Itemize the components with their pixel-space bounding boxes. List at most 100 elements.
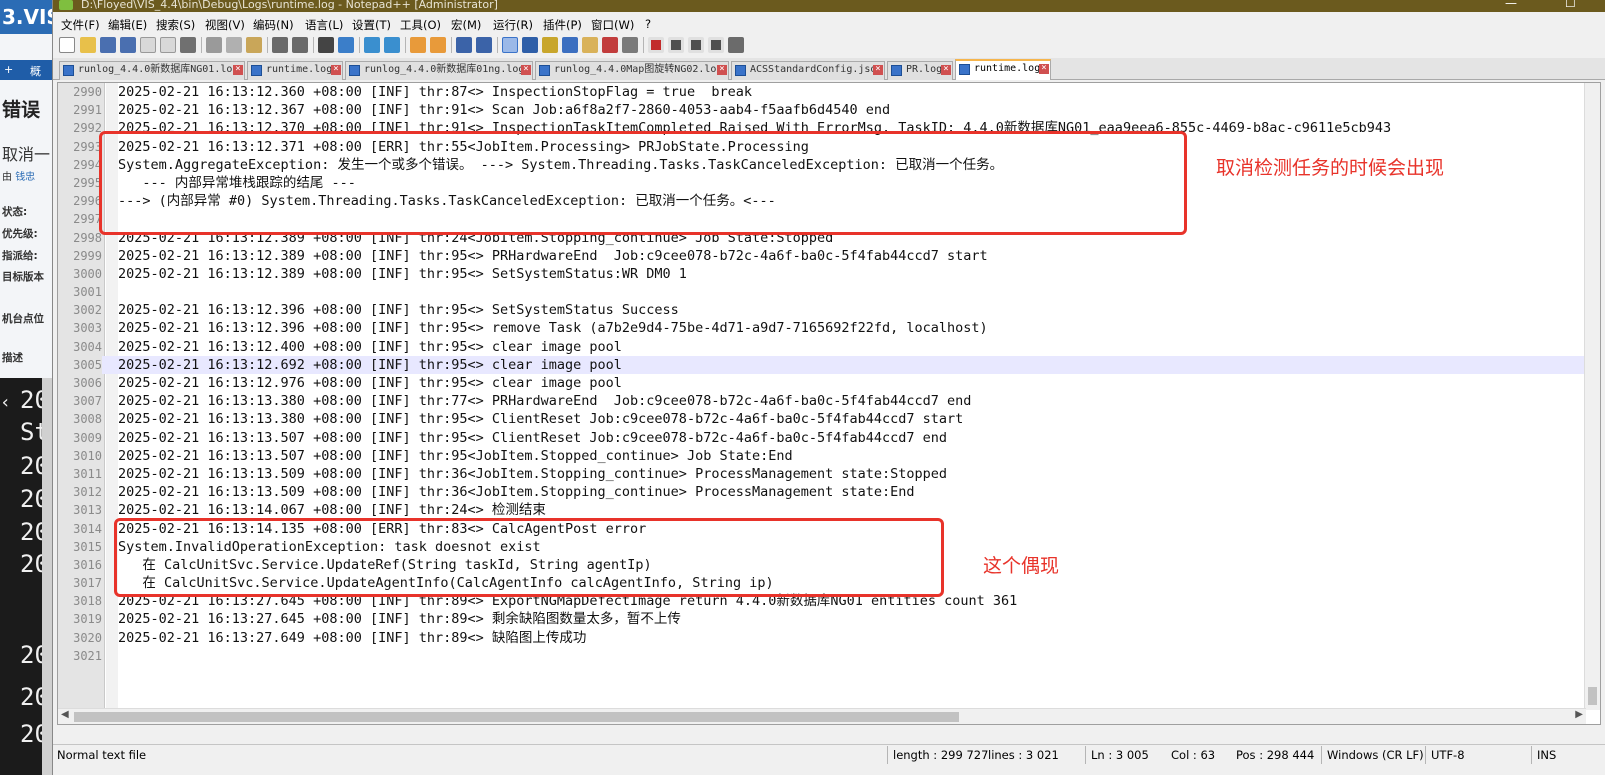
- find-icon[interactable]: [318, 37, 334, 53]
- scroll-right-icon[interactable]: ▶: [1575, 709, 1583, 720]
- folder-as-workspace-icon[interactable]: [582, 37, 598, 53]
- sync-horizontal-icon[interactable]: [430, 37, 446, 53]
- play-macro-icon[interactable]: [688, 37, 704, 53]
- status-encoding[interactable]: UTF-8: [1431, 748, 1465, 762]
- editor-line[interactable]: 3010 2025-02-21 16:13:13.507 +08:00 [INF]…: [58, 447, 1600, 465]
- save-all-icon[interactable]: [120, 37, 136, 53]
- editor-line[interactable]: 3020 2025-02-21 16:13:27.649 +08:00 [INF]…: [58, 629, 1600, 647]
- scroll-thumb[interactable]: [1588, 687, 1597, 705]
- file-tab[interactable]: PR.log ×: [887, 61, 953, 80]
- file-tab[interactable]: runlog_4.4.0新数据库NG01.log ×: [59, 61, 245, 80]
- scroll-thumb[interactable]: [74, 712, 959, 722]
- line-text[interactable]: 2025-02-21 16:13:13.380 +08:00 [INF] thr…: [118, 392, 971, 410]
- editor-line[interactable]: 3011 2025-02-21 16:13:13.509 +08:00 [INF]…: [58, 465, 1600, 483]
- replace-icon[interactable]: [338, 37, 354, 53]
- function-list-icon[interactable]: [562, 37, 578, 53]
- editor-line[interactable]: 3006 2025-02-21 16:13:12.976 +08:00 [INF]…: [58, 374, 1600, 392]
- line-text[interactable]: 2025-02-21 16:13:13.507 +08:00 [INF] thr…: [118, 429, 947, 447]
- close-file-icon[interactable]: [140, 37, 156, 53]
- menu-settings[interactable]: 设置(T): [352, 17, 391, 33]
- line-text[interactable]: 2025-02-21 16:13:12.976 +08:00 [INF] thr…: [118, 374, 622, 392]
- save-macro-icon[interactable]: [728, 37, 744, 53]
- save-icon[interactable]: [100, 37, 116, 53]
- menu-window[interactable]: 窗口(W): [591, 17, 634, 33]
- line-text[interactable]: 2025-02-21 16:13:12.396 +08:00 [INF] thr…: [118, 301, 679, 319]
- close-all-icon[interactable]: [160, 37, 176, 53]
- line-text[interactable]: 2025-02-21 16:13:12.400 +08:00 [INF] thr…: [118, 338, 622, 356]
- editor-line[interactable]: 3007 2025-02-21 16:13:13.380 +08:00 [INF]…: [58, 392, 1600, 410]
- author-link[interactable]: 钱忠: [15, 172, 35, 183]
- print-icon[interactable]: [180, 37, 196, 53]
- line-text[interactable]: 2025-02-21 16:13:13.509 +08:00 [INF] thr…: [118, 465, 947, 483]
- file-tab[interactable]: ACSStandardConfig.json ×: [731, 61, 885, 80]
- vertical-scrollbar[interactable]: [1584, 83, 1600, 710]
- menu-language[interactable]: 语言(L): [305, 17, 343, 33]
- sync-vertical-icon[interactable]: [410, 37, 426, 53]
- file-tab-active[interactable]: runtime.log ×: [955, 59, 1051, 80]
- editor-line[interactable]: 2990 2025-02-21 16:13:12.360 +08:00 [INF]…: [58, 83, 1600, 101]
- paste-icon[interactable]: [246, 37, 262, 53]
- line-text[interactable]: 2025-02-21 16:13:27.649 +08:00 [INF] thr…: [118, 629, 586, 647]
- editor-line[interactable]: 2999 2025-02-21 16:13:12.389 +08:00 [INF]…: [58, 247, 1600, 265]
- zoom-in-icon[interactable]: [364, 37, 380, 53]
- add-tab-button[interactable]: +: [4, 63, 13, 76]
- close-tab-icon[interactable]: ×: [1039, 64, 1049, 74]
- show-all-chars-icon[interactable]: [476, 37, 492, 53]
- zoom-out-icon[interactable]: [384, 37, 400, 53]
- minimize-button[interactable]: —: [1505, 0, 1517, 9]
- close-tab-icon[interactable]: ×: [233, 65, 243, 75]
- close-tab-icon[interactable]: ×: [521, 65, 531, 75]
- horizontal-scrollbar[interactable]: ◀ ▶: [58, 708, 1586, 724]
- open-file-icon[interactable]: [80, 37, 96, 53]
- close-tab-icon[interactable]: ×: [717, 65, 727, 75]
- line-text[interactable]: 2025-02-21 16:13:12.389 +08:00 [INF] thr…: [118, 247, 988, 265]
- status-eol[interactable]: Windows (CR LF): [1327, 748, 1424, 762]
- close-tab-icon[interactable]: ×: [873, 65, 883, 75]
- scroll-left-icon[interactable]: ◀: [61, 709, 69, 720]
- editor-line[interactable]: 3009 2025-02-21 16:13:13.507 +08:00 [INF]…: [58, 429, 1600, 447]
- menu-run[interactable]: 运行(R): [493, 17, 533, 33]
- copy-icon[interactable]: [226, 37, 242, 53]
- file-tab[interactable]: runlog_4.4.0Map图旋转NG02.log ×: [535, 61, 729, 80]
- line-text[interactable]: 2025-02-21 16:13:13.509 +08:00 [INF] thr…: [118, 483, 915, 501]
- menu-help[interactable]: ?: [645, 17, 651, 31]
- editor-line[interactable]: 3019 2025-02-21 16:13:27.645 +08:00 [INF]…: [58, 610, 1600, 628]
- editor-line[interactable]: 3000 2025-02-21 16:13:12.389 +08:00 [INF]…: [58, 265, 1600, 283]
- doc-list-icon[interactable]: [602, 37, 618, 53]
- doc-map-icon[interactable]: [542, 37, 558, 53]
- record-macro-icon[interactable]: [648, 37, 664, 53]
- editor-line[interactable]: 3012 2025-02-21 16:13:13.509 +08:00 [INF]…: [58, 483, 1600, 501]
- menu-view[interactable]: 视图(V): [205, 17, 245, 33]
- indent-guide-icon[interactable]: [502, 37, 518, 53]
- menu-edit[interactable]: 编辑(E): [108, 17, 147, 33]
- menu-encoding[interactable]: 编码(N): [253, 17, 294, 33]
- editor-line[interactable]: 2991 2025-02-21 16:13:12.367 +08:00 [INF]…: [58, 101, 1600, 119]
- word-wrap-icon[interactable]: [456, 37, 472, 53]
- line-text[interactable]: 2025-02-21 16:13:14.067 +08:00 [INF] thr…: [118, 501, 546, 519]
- file-tab[interactable]: runlog_4.4.0新数据库01ng.log ×: [345, 61, 533, 80]
- line-text[interactable]: 2025-02-21 16:13:13.507 +08:00 [INF] thr…: [118, 447, 793, 465]
- maximize-button[interactable]: ☐: [1565, 0, 1576, 9]
- redo-icon[interactable]: [292, 37, 308, 53]
- menu-tools[interactable]: 工具(O): [400, 17, 441, 33]
- monitoring-icon[interactable]: [622, 37, 638, 53]
- editor-line[interactable]: 3004 2025-02-21 16:13:12.400 +08:00 [INF]…: [58, 338, 1600, 356]
- line-text[interactable]: 2025-02-21 16:13:12.367 +08:00 [INF] thr…: [118, 101, 890, 119]
- menu-file[interactable]: 文件(F): [61, 17, 100, 33]
- play-multiple-icon[interactable]: [708, 37, 724, 53]
- editor-line[interactable]: 3005 2025-02-21 16:13:12.692 +08:00 [INF]…: [58, 355, 1600, 374]
- undo-icon[interactable]: [272, 37, 288, 53]
- cut-icon[interactable]: [206, 37, 222, 53]
- editor-line[interactable]: 3021: [58, 647, 1600, 665]
- background-tab-label[interactable]: 概: [30, 63, 41, 79]
- line-text[interactable]: 2025-02-21 16:13:13.380 +08:00 [INF] thr…: [118, 410, 963, 428]
- editor-line[interactable]: 3013 2025-02-21 16:13:14.067 +08:00 [INF]…: [58, 501, 1600, 519]
- editor-line[interactable]: 3001: [58, 283, 1600, 301]
- menu-macro[interactable]: 宏(M): [451, 17, 481, 33]
- editor-line[interactable]: 3003 2025-02-21 16:13:12.396 +08:00 [INF]…: [58, 319, 1600, 337]
- line-text[interactable]: 2025-02-21 16:13:12.692 +08:00 [INF] thr…: [118, 356, 622, 374]
- close-tab-icon[interactable]: ×: [941, 65, 951, 75]
- line-text[interactable]: 2025-02-21 16:13:27.645 +08:00 [INF] thr…: [118, 610, 681, 628]
- line-text[interactable]: 2025-02-21 16:13:12.396 +08:00 [INF] thr…: [118, 319, 988, 337]
- title-bar[interactable]: D:\Floyed\VIS_4.4\bin\Debug\Logs\runtime…: [53, 0, 1605, 12]
